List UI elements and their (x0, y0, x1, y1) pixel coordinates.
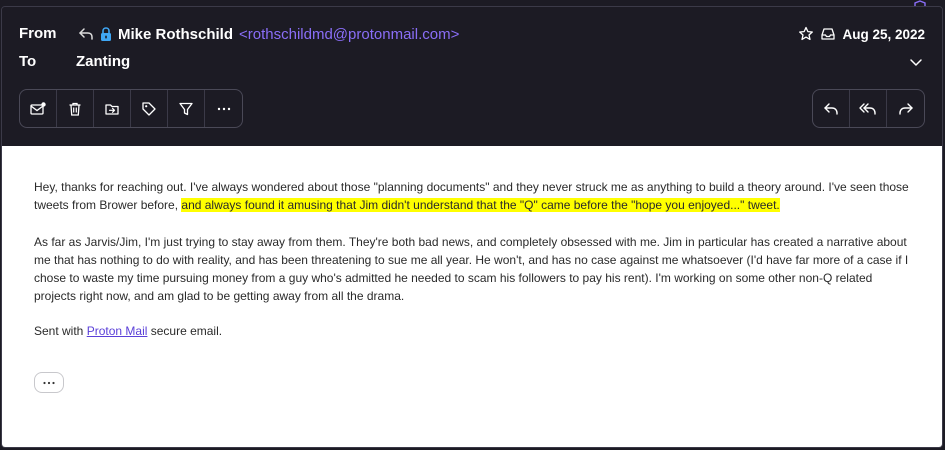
move-to-folder-icon (104, 101, 120, 117)
filter-button[interactable] (168, 90, 205, 127)
highlighted-text: and always found it amusing that Jim did… (181, 198, 780, 212)
filter-icon (178, 101, 194, 117)
more-actions-button[interactable] (205, 90, 242, 127)
replied-icon (76, 24, 96, 44)
from-label: From (19, 25, 57, 42)
message-toolbar (19, 89, 243, 128)
message-header: From To Mike Rothschild <rothschildmd@pr… (2, 7, 942, 146)
chevron-down-icon[interactable] (907, 53, 925, 71)
message-date: Aug 25, 2022 (842, 26, 925, 42)
star-icon[interactable] (798, 26, 814, 42)
proton-mail-link[interactable]: Proton Mail (87, 324, 148, 338)
message-body: Hey, thanks for reaching out. I've alway… (2, 146, 942, 447)
message-paragraph: Hey, thanks for reaching out. I've alway… (34, 178, 914, 214)
more-icon (216, 101, 232, 117)
message-meta: Aug 25, 2022 (798, 23, 925, 45)
recipient[interactable]: Zanting (76, 53, 130, 70)
label-button[interactable] (131, 90, 168, 127)
sender-name: Mike Rothschild (118, 25, 234, 43)
trash-icon (67, 101, 83, 117)
reply-toolbar (812, 89, 925, 128)
mark-unread-icon (29, 101, 47, 117)
lock-icon[interactable] (96, 24, 116, 44)
signature-text: secure email. (147, 324, 223, 338)
reply-all-icon (859, 101, 877, 117)
ellipsis-icon (42, 380, 56, 386)
to-label: To (19, 53, 37, 70)
sender[interactable]: Mike Rothschild <rothschildmd@protonmail… (76, 23, 459, 45)
message-view: From To Mike Rothschild <rothschildmd@pr… (0, 0, 945, 450)
forward-icon (898, 101, 914, 117)
reply-all-button[interactable] (850, 90, 887, 127)
reply-icon (823, 101, 839, 117)
label-icon (141, 101, 157, 117)
reply-button[interactable] (813, 90, 850, 127)
trash-button[interactable] (57, 90, 94, 127)
forward-button[interactable] (887, 90, 924, 127)
show-quoted-button[interactable] (34, 372, 64, 393)
signature-text: Sent with (34, 324, 87, 338)
signature: Sent with Proton Mail secure email. (34, 322, 914, 340)
inbox-icon (820, 26, 836, 42)
move-to-folder-button[interactable] (94, 90, 131, 127)
message-container: From To Mike Rothschild <rothschildmd@pr… (1, 6, 943, 448)
mark-unread-button[interactable] (20, 90, 57, 127)
message-paragraph: As far as Jarvis/Jim, I'm just trying to… (34, 235, 909, 303)
sender-email[interactable]: <rothschildmd@protonmail.com> (239, 26, 459, 43)
